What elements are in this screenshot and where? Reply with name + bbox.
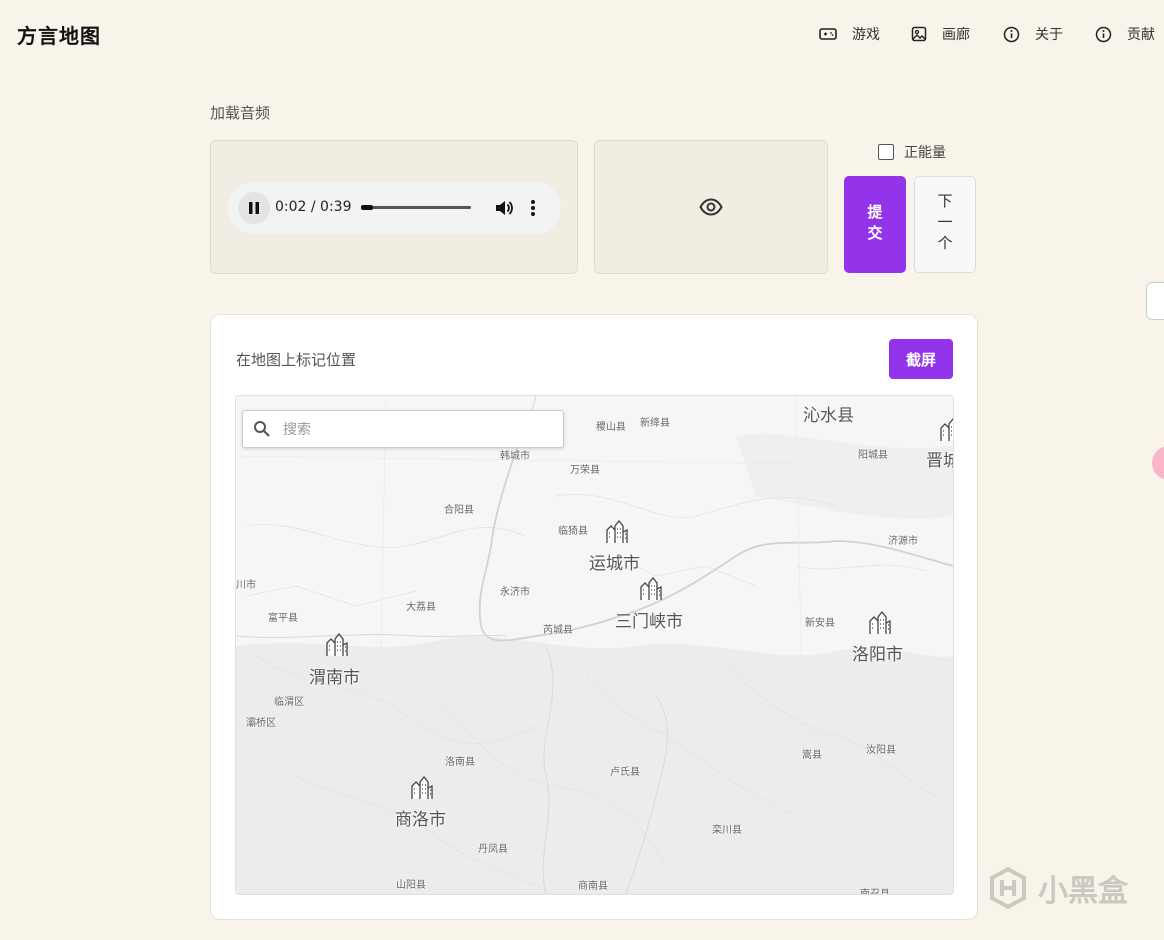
nav-contribute[interactable]: 贡献 [1095,24,1155,44]
search-icon [254,421,270,437]
nav-label: 贡献 [1127,27,1155,43]
map-view[interactable]: 稷山县 新绛县 阳城县 韩城市 万荣县 合阳县 临猗县 济源市 永济市 大荔县 … [235,395,954,895]
city-icon [326,633,348,656]
floating-assistant-button[interactable] [1152,446,1164,480]
county-label: 芮城县 [543,625,573,636]
county-label: 合阳县 [444,505,474,516]
city-label: 商洛市 [395,810,446,830]
county-label: 稷山县 [596,422,626,433]
watermark: 小黑盒 [986,866,1128,910]
nav-label: 画廊 [942,27,970,43]
screenshot-button[interactable]: 截屏 [889,339,953,379]
city-icon [411,776,433,799]
watermark-text: 小黑盒 [1038,874,1128,909]
city-label: 渭南市 [309,668,360,688]
info-icon [1003,26,1020,42]
county-label: 永济市 [500,587,530,598]
city-label: 晋城 [926,451,953,471]
city-icon [640,577,662,600]
audio-seek-bar[interactable] [361,205,471,210]
county-label: 临猗县 [558,526,588,537]
checkbox-label: 正能量 [904,145,946,161]
side-drawer-handle[interactable] [1146,282,1164,320]
county-label: 大荔县 [406,602,436,613]
county-label: 南召县 [860,889,890,895]
county-label: 阳城县 [858,450,888,461]
county-label: 济源市 [888,536,918,547]
county-label: 新绛县 [640,418,670,429]
audio-player[interactable]: 0:02 / 0:39 [228,182,561,234]
app-title: 方言地图 [17,24,101,48]
county-label: 韩城市 [500,451,530,462]
heybox-logo-icon [990,866,1026,910]
county-label: 新安县 [805,618,835,629]
positive-energy-option[interactable]: 正能量 [878,142,946,162]
gamepad-icon [819,28,837,40]
load-audio-label: 加载音频 [210,104,271,122]
volume-icon[interactable] [494,198,514,218]
more-vert-icon[interactable] [530,198,536,218]
preview-panel[interactable] [594,140,828,274]
county-label: 山阳县 [396,880,426,891]
map-search-input[interactable] [281,418,555,442]
city-label: 运城市 [589,554,640,574]
map-card-label: 在地图上标记位置 [236,351,357,369]
eye-icon [699,198,723,216]
pause-icon [249,202,259,214]
county-label: 卢氏县 [610,767,640,778]
county-label: 临渭区 [274,697,304,708]
county-label: 川市 [236,580,256,591]
county-label: 富平县 [268,613,298,624]
county-label: 万荣县 [570,465,600,476]
positive-energy-checkbox[interactable] [878,144,894,160]
audio-panel: 0:02 / 0:39 [210,140,578,274]
county-label: 栾川县 [712,825,742,836]
nav-game[interactable]: 游戏 [819,24,880,44]
top-bar: 方言地图 游戏 画廊 关于 贡献 [0,0,1164,68]
county-label: 嵩县 [802,750,822,761]
city-label: 洛阳市 [852,645,903,665]
pause-button[interactable] [238,192,270,224]
image-icon [911,26,927,42]
city-label: 沁水县 [803,406,854,426]
nav-label: 关于 [1035,27,1063,43]
city-label: 三门峡市 [615,612,683,632]
nav-about[interactable]: 关于 [1003,24,1063,44]
county-label: 汝阳县 [866,745,896,756]
county-label: 商南县 [578,881,608,892]
city-icon [869,611,891,634]
audio-seek-fill [361,205,373,210]
map-search-box[interactable] [242,410,564,448]
nav-label: 游戏 [852,27,880,43]
county-label: 丹凤县 [478,844,508,855]
city-icon [606,520,628,543]
next-button[interactable]: 下一个 [914,176,976,273]
city-icon [940,418,953,441]
nav-gallery[interactable]: 画廊 [911,24,970,44]
county-label: 洛南县 [445,757,475,768]
submit-button[interactable]: 提交 [844,176,906,273]
info-icon [1095,26,1112,42]
audio-time: 0:02 / 0:39 [275,199,352,215]
county-label: 灞桥区 [246,718,276,729]
